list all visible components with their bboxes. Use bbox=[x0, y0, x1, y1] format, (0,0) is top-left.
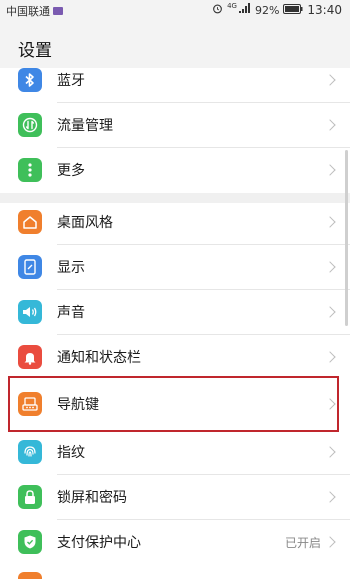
partial-row-icon bbox=[18, 572, 42, 579]
payment-protection-icon bbox=[18, 530, 42, 554]
settings-item-label: 锁屏和密码 bbox=[57, 490, 127, 506]
chevron-right-icon bbox=[324, 306, 336, 318]
chevron-right-icon bbox=[324, 261, 336, 273]
settings-item-more[interactable]: 更多 bbox=[0, 148, 350, 192]
lock-icon bbox=[18, 485, 42, 509]
status-bar: 中国联通 4G 92% 13:40 bbox=[0, 0, 350, 20]
settings-item-label: 显示 bbox=[57, 260, 85, 276]
network-type-label: 4G bbox=[227, 2, 237, 10]
chevron-right-icon bbox=[324, 491, 336, 503]
status-value: 已开启 bbox=[284, 535, 321, 550]
bluetooth-icon bbox=[18, 68, 42, 92]
settings-item-label: 更多 bbox=[57, 163, 85, 179]
settings-item-data-usage[interactable]: 流量管理 bbox=[0, 103, 350, 147]
battery-icon bbox=[283, 3, 303, 17]
clock: 13:40 bbox=[307, 3, 342, 17]
chevron-right-icon bbox=[324, 216, 336, 228]
settings-item-label: 流量管理 bbox=[57, 118, 113, 134]
carrier-label: 中国联通 bbox=[6, 5, 50, 18]
settings-item-label: 声音 bbox=[57, 305, 85, 321]
fingerprint-icon bbox=[18, 440, 42, 464]
settings-item-label: 支付保护中心 bbox=[57, 535, 141, 551]
settings-item-label: 指纹 bbox=[57, 445, 85, 461]
chevron-right-icon bbox=[324, 351, 336, 363]
scrollbar[interactable] bbox=[345, 150, 348, 326]
settings-item-home-style[interactable]: 桌面风格 bbox=[0, 200, 350, 244]
chevron-right-icon bbox=[324, 164, 336, 176]
settings-item-label: 通知和状态栏 bbox=[57, 350, 141, 366]
screen-record-icon bbox=[53, 7, 63, 15]
chevron-right-icon bbox=[324, 446, 336, 458]
home-style-icon bbox=[18, 210, 42, 234]
more-icon bbox=[18, 158, 42, 182]
settings-item-payment-protection[interactable]: 支付保护中心 已开启 bbox=[0, 520, 350, 564]
alarm-icon bbox=[212, 3, 223, 17]
settings-item-label: 蓝牙 bbox=[57, 73, 85, 89]
signal-icon bbox=[238, 3, 251, 17]
notification-icon bbox=[18, 345, 42, 369]
chevron-right-icon bbox=[324, 536, 336, 548]
settings-item-fingerprint[interactable]: 指纹 bbox=[0, 430, 350, 474]
highlight-box bbox=[8, 376, 339, 432]
settings-item-lock-screen[interactable]: 锁屏和密码 bbox=[0, 475, 350, 519]
settings-item-notifications[interactable]: 通知和状态栏 bbox=[0, 335, 350, 379]
chevron-right-icon bbox=[324, 74, 336, 86]
display-icon bbox=[18, 255, 42, 279]
settings-item-label: 桌面风格 bbox=[57, 215, 113, 231]
settings-item-bluetooth[interactable]: 蓝牙 bbox=[0, 58, 350, 102]
sound-icon bbox=[18, 300, 42, 324]
chevron-right-icon bbox=[324, 119, 336, 131]
settings-item-display[interactable]: 显示 bbox=[0, 245, 350, 289]
settings-item-sound[interactable]: 声音 bbox=[0, 290, 350, 334]
data-usage-icon bbox=[18, 113, 42, 137]
battery-label: 92% bbox=[254, 3, 280, 17]
